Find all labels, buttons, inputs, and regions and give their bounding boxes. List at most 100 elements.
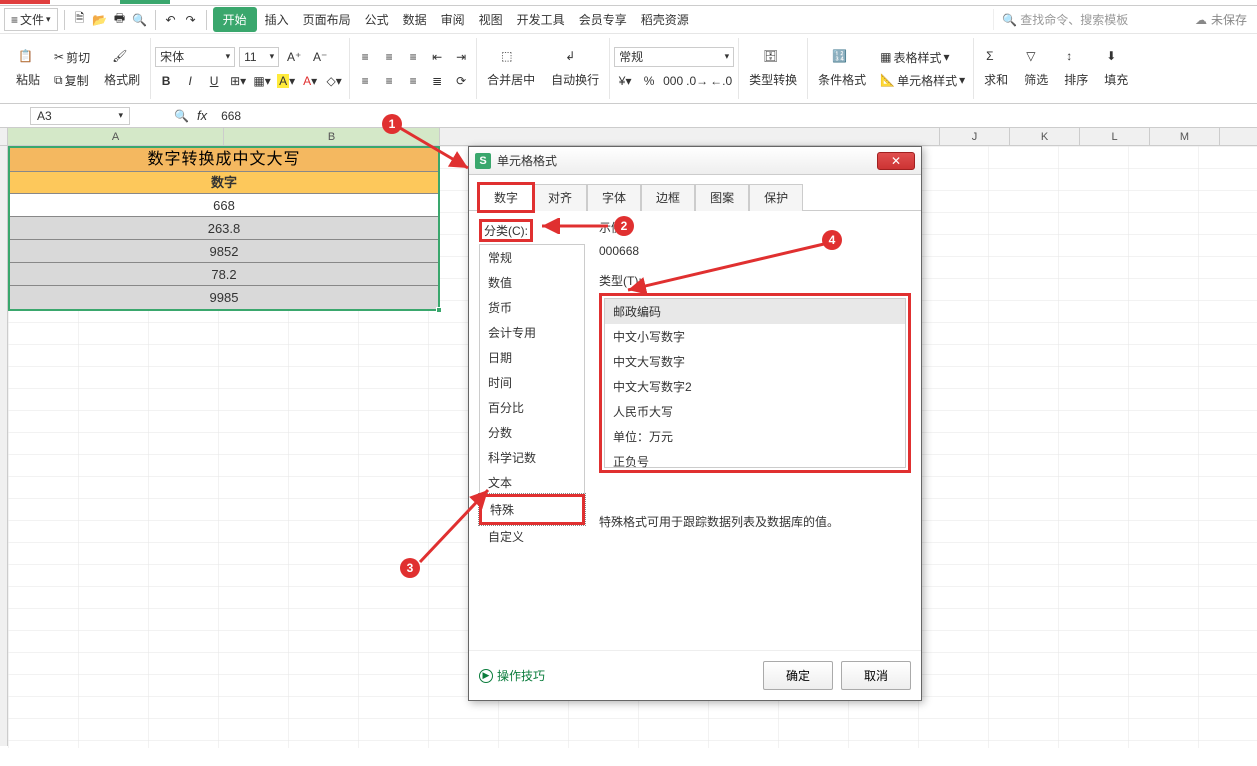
tips-link[interactable]: ▶操作技巧: [479, 667, 545, 684]
align-right-icon[interactable]: ≡: [402, 71, 424, 91]
align-left-icon[interactable]: ≡: [354, 71, 376, 91]
table-style-button[interactable]: ▦表格样式▾: [876, 47, 969, 68]
indent-increase-icon[interactable]: ⇥: [450, 47, 472, 67]
doc-tab-1[interactable]: [0, 0, 50, 4]
conditional-format-button[interactable]: 🔢条件格式: [812, 47, 872, 90]
dialog-tab-font[interactable]: 字体: [587, 184, 641, 211]
col-header-a[interactable]: A: [8, 128, 224, 145]
wrap-text-button[interactable]: ↲自动换行: [545, 47, 605, 90]
dialog-tab-number[interactable]: 数字: [479, 184, 533, 211]
tab-data[interactable]: 数据: [397, 9, 433, 30]
selection-fill-handle[interactable]: [436, 307, 442, 313]
cell-style-button[interactable]: 📐单元格样式▾: [876, 70, 969, 91]
redo-icon[interactable]: ↷: [182, 11, 200, 29]
align-middle-icon[interactable]: ≡: [378, 47, 400, 67]
phonetic-button[interactable]: ◇▾: [323, 71, 345, 91]
table-row[interactable]: 9852: [10, 240, 438, 263]
sum-button[interactable]: Σ求和: [978, 47, 1014, 90]
number-format-select[interactable]: 常规▾: [614, 47, 734, 67]
bold-button[interactable]: B: [155, 71, 177, 91]
format-painter-button[interactable]: 🖌 格式刷: [98, 47, 146, 91]
file-menu[interactable]: ≡ 文件 ▾: [4, 8, 58, 31]
dialog-titlebar[interactable]: S 单元格格式 ✕: [469, 147, 921, 175]
orientation-icon[interactable]: ⟳: [450, 71, 472, 91]
tab-view[interactable]: 视图: [473, 9, 509, 30]
increase-decimal-icon[interactable]: .0→: [686, 71, 708, 91]
undo-icon[interactable]: ↶: [162, 11, 180, 29]
cell-fill-button[interactable]: ▦▾: [251, 71, 273, 91]
align-center-icon[interactable]: ≡: [378, 71, 400, 91]
tab-review[interactable]: 审阅: [435, 9, 471, 30]
category-item[interactable]: 货币: [480, 295, 584, 320]
zoom-icon[interactable]: 🔍: [174, 109, 189, 123]
save-status[interactable]: ☁ 未保存: [1195, 11, 1247, 28]
font-name-select[interactable]: 宋体 ▾: [155, 47, 235, 67]
comma-icon[interactable]: 000: [662, 71, 684, 91]
table-row[interactable]: 9985: [10, 286, 438, 309]
type-item[interactable]: 邮政编码: [605, 299, 905, 324]
dialog-tab-border[interactable]: 边框: [641, 184, 695, 211]
table-title-cell[interactable]: 数字转换成中文大写: [10, 148, 438, 172]
filter-button[interactable]: ▽筛选: [1018, 47, 1054, 90]
tab-daoke[interactable]: 稻壳资源: [635, 9, 695, 30]
print-icon[interactable]: 🖶: [111, 11, 129, 29]
fill-color-button[interactable]: A▾: [275, 71, 297, 91]
type-item[interactable]: 中文大写数字: [605, 349, 905, 374]
category-item[interactable]: 百分比: [480, 395, 584, 420]
cut-button[interactable]: ✂剪切: [50, 47, 94, 68]
cell-reference-box[interactable]: A3▾: [30, 107, 130, 125]
col-header-hidden[interactable]: [440, 128, 940, 145]
table-row[interactable]: 263.8: [10, 217, 438, 240]
merge-center-button[interactable]: ⬚合并居中: [481, 47, 541, 90]
decrease-decimal-icon[interactable]: ←.0: [710, 71, 732, 91]
tab-start[interactable]: 开始: [213, 7, 257, 32]
tab-formula[interactable]: 公式: [359, 9, 395, 30]
formula-input[interactable]: 668: [215, 108, 247, 124]
copy-button[interactable]: ⧉复制: [50, 70, 94, 91]
type-item[interactable]: 人民币大写: [605, 399, 905, 424]
open-icon[interactable]: 📂: [91, 11, 109, 29]
category-item[interactable]: 会计专用: [480, 320, 584, 345]
dialog-tab-align[interactable]: 对齐: [533, 184, 587, 211]
tab-page-layout[interactable]: 页面布局: [297, 9, 357, 30]
sort-button[interactable]: ↕排序: [1058, 47, 1094, 90]
font-color-button[interactable]: A▾: [299, 71, 321, 91]
italic-button[interactable]: I: [179, 71, 201, 91]
border-button[interactable]: ⊞▾: [227, 71, 249, 91]
category-item[interactable]: 常规: [480, 245, 584, 270]
doc-tab-2[interactable]: [120, 0, 170, 4]
align-bottom-icon[interactable]: ≡: [402, 47, 424, 67]
distribute-icon[interactable]: ≣: [426, 71, 448, 91]
category-item[interactable]: 分数: [480, 420, 584, 445]
increase-font-icon[interactable]: A⁺: [283, 47, 305, 67]
paste-button[interactable]: 📋 粘贴: [10, 47, 46, 91]
col-header-m[interactable]: M: [1150, 128, 1220, 145]
type-item[interactable]: 单位：万元: [605, 424, 905, 449]
type-item[interactable]: 中文小写数字: [605, 324, 905, 349]
tab-dev[interactable]: 开发工具: [511, 9, 571, 30]
table-row[interactable]: 78.2: [10, 263, 438, 286]
fill-button[interactable]: ⬇填充: [1098, 47, 1134, 90]
table-header-cell[interactable]: 数字: [10, 172, 438, 194]
command-search[interactable]: 🔍 查找命令、搜索模板: [993, 9, 1193, 30]
category-item[interactable]: 科学记数: [480, 445, 584, 470]
type-list[interactable]: 邮政编码 中文小写数字 中文大写数字 中文大写数字2 人民币大写 单位：万元 正…: [604, 298, 906, 468]
table-row[interactable]: 668: [10, 194, 438, 217]
col-header-k[interactable]: K: [1010, 128, 1080, 145]
category-item[interactable]: 日期: [480, 345, 584, 370]
dialog-tab-protect[interactable]: 保护: [749, 184, 803, 211]
fx-icon[interactable]: fx: [197, 108, 207, 123]
category-item[interactable]: 数值: [480, 270, 584, 295]
underline-button[interactable]: U: [203, 71, 225, 91]
font-size-select[interactable]: 11 ▾: [239, 47, 279, 67]
category-item[interactable]: 时间: [480, 370, 584, 395]
new-icon[interactable]: 🗎: [71, 11, 89, 29]
col-header-l[interactable]: L: [1080, 128, 1150, 145]
decrease-font-icon[interactable]: A⁻: [309, 47, 331, 67]
tab-vip[interactable]: 会员专享: [573, 9, 633, 30]
indent-decrease-icon[interactable]: ⇤: [426, 47, 448, 67]
type-item[interactable]: 正负号: [605, 449, 905, 474]
col-header-j[interactable]: J: [940, 128, 1010, 145]
ok-button[interactable]: 确定: [763, 661, 833, 690]
type-item[interactable]: 中文大写数字2: [605, 374, 905, 399]
